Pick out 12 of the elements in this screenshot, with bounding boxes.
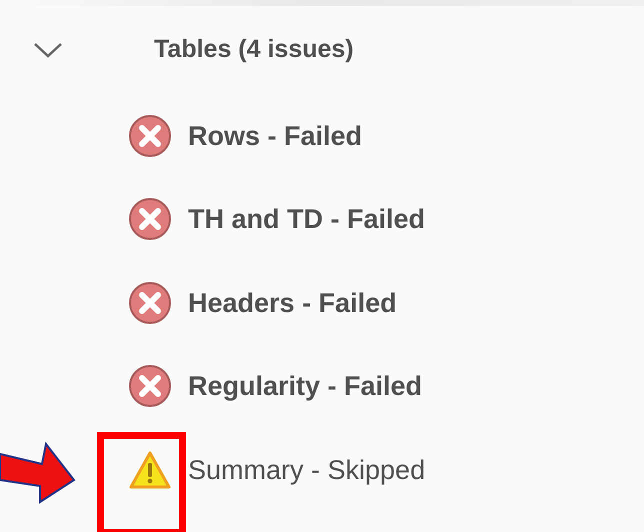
check-result: Summary - Skipped (188, 454, 426, 487)
check-result: TH and TD - Failed (188, 203, 426, 236)
warning-icon (128, 450, 172, 490)
check-result: Rows - Failed (188, 120, 362, 152)
error-icon (128, 114, 172, 158)
check-result: Regularity - Failed (188, 370, 422, 403)
error-icon (128, 280, 172, 325)
error-icon (128, 364, 172, 408)
check-result: Headers - Failed (188, 286, 397, 320)
section-title: Tables (4 issues) (154, 34, 354, 66)
collapse-chevron[interactable] (32, 40, 64, 60)
error-icon (128, 197, 172, 242)
